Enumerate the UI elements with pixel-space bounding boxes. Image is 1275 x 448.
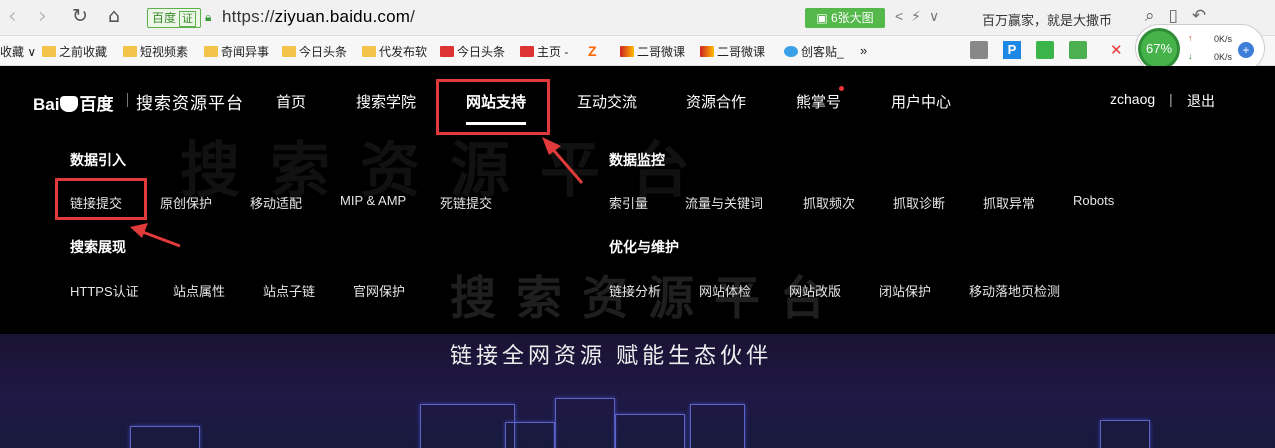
lock-icon: 🔒︎ [205,10,212,24]
bookmark-item[interactable]: 创客贴_ [784,43,844,60]
folder-icon [204,46,218,57]
plus-icon[interactable]: + [1238,42,1254,58]
bookmark-label: 奇闻异事 [221,45,270,59]
toutiao-icon [440,46,454,57]
bookmark-item[interactable]: 收藏 ∨ [0,43,36,60]
url-host: ziyuan.baidu.com [274,7,411,26]
image-preview-button[interactable]: ▣ 6张大图 [805,8,885,28]
folder-icon [282,46,296,57]
orange-z-icon[interactable]: Z [588,43,597,59]
folder-icon [362,46,376,57]
share-icon[interactable]: <⚡∨ [895,8,947,25]
bookmark-label: 主页 - [537,45,569,59]
bookmark-label: 二哥微课 [717,45,766,59]
bookmark-label: 之前收藏 [59,45,108,59]
weike-icon [620,46,634,57]
back-icon[interactable]: ‹ [8,4,17,29]
toutiao-icon [520,46,534,57]
bookmark-item[interactable]: 二哥微课 [620,43,685,60]
folder-icon [123,46,137,57]
home-icon[interactable]: ⌂ [108,5,120,27]
annotation-arrows [130,137,584,248]
bookmarks-bar: 收藏 ∨ 之前收藏 短视频素 奇闻异事 今日头条 代发布软 今日头条 主页 - … [0,36,1275,66]
bookmark-item[interactable]: 二哥微课 [700,43,765,60]
browser-window: ‹ › ↻ ⌂ 百度证 🔒︎ https://ziyuan.baidu.com/… [0,0,1275,448]
parking-extension-icon[interactable]: P [1003,41,1021,59]
bookmark-item[interactable]: 主页 - [520,43,568,60]
site-verified-badge[interactable]: 百度证 [147,8,202,28]
download-extension-icon[interactable] [970,41,988,59]
bookmark-label: 二哥微课 [637,45,686,59]
chuangketie-icon [784,46,798,57]
arrow-line [548,145,584,184]
forward-icon[interactable]: › [38,4,47,29]
upload-speed: 0K/s [1214,34,1233,44]
download-speed: 0K/s [1214,52,1233,62]
bookmark-label: 今日头条 [299,45,348,59]
book-extension-icon[interactable] [1036,41,1054,59]
address-bar: ‹ › ↻ ⌂ 百度证 🔒︎ https://ziyuan.baidu.com/… [0,0,1275,36]
news-ticker[interactable]: 百万赢家，就是大撒币 [982,10,1112,29]
image-preview-label: 6张大图 [830,11,874,25]
bookmarks-more-icon[interactable]: » [860,43,867,58]
close-extension-icon[interactable]: ✕ [1110,41,1123,59]
arrow-head [542,137,561,155]
refresh-icon[interactable]: ↻ [72,5,88,27]
upload-arrow-icon: ↑ [1188,33,1193,43]
translate-extension-icon[interactable] [1069,41,1087,59]
bookmark-label: 创客贴_ [801,45,844,59]
arrow-line [139,229,181,248]
bookmark-folder[interactable]: 短视频素 [123,43,188,60]
search-icon[interactable]: ⌕▯↶ [1145,6,1220,26]
site-badge-label: 百度 [152,11,177,25]
folder-icon [42,46,56,57]
site-badge-tag: 证 [179,11,197,27]
memory-usage-circle[interactable]: 67% [1138,28,1180,70]
bookmark-folder[interactable]: 奇闻异事 [204,43,269,60]
bookmark-folder[interactable]: 今日头条 [282,43,347,60]
bookmark-item[interactable]: 今日头条 [440,43,505,60]
bookmark-folder[interactable]: 代发布软 [362,43,427,60]
url-scheme: https:// [222,7,275,26]
bookmark-label: 今日头条 [457,45,506,59]
bookmark-label: 短视频素 [140,45,189,59]
weike-icon [700,46,714,57]
page-content: 搜索资源平台 搜索资源平台 链接全网资源 赋能生态伙伴 Bai 百度 搜索资源平台… [0,66,1275,448]
bookmark-label: 代发布软 [379,45,428,59]
download-arrow-icon: ↓ [1188,51,1193,61]
url-path: / [410,7,416,26]
bookmark-label: 收藏 [0,45,25,59]
bookmark-folder[interactable]: 之前收藏 [42,43,107,60]
arrow-head [130,223,148,238]
url-field[interactable]: https://ziyuan.baidu.com/ [222,7,415,27]
